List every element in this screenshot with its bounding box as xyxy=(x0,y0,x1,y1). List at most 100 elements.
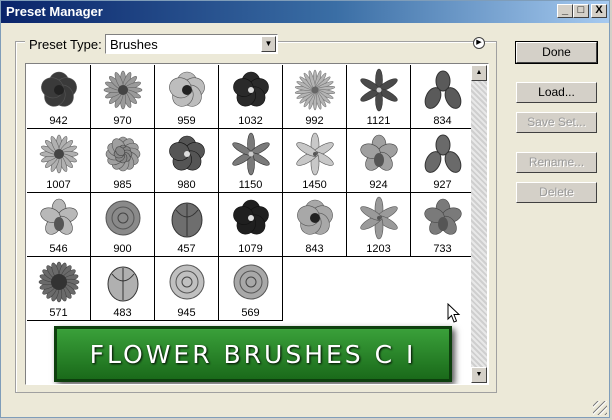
preset-manager-window: Preset Manager _ □ X Preset Type: Brushe… xyxy=(0,0,610,418)
brush-size-label: 843 xyxy=(305,243,324,255)
banner-text: FLOWER BRUSHES C I xyxy=(89,340,417,369)
brush-size-label: 924 xyxy=(369,179,388,191)
brush-preset-cell[interactable]: 959 xyxy=(155,65,219,129)
flower-brush-thumbnail xyxy=(233,264,269,300)
brush-size-label: 1203 xyxy=(366,243,391,255)
flower-brush-thumbnail xyxy=(233,71,269,107)
flower-brush-thumbnail xyxy=(38,261,80,303)
brush-size-label: 733 xyxy=(433,243,452,255)
brush-preset-list[interactable]: 942 970 959 1032 992 1121 834 1007 985 980 1150 145… xyxy=(25,63,489,385)
brush-size-label: 942 xyxy=(49,115,68,127)
scroll-up-icon[interactable]: ▲ xyxy=(471,65,487,81)
brush-preset-cell[interactable]: 834 xyxy=(411,65,475,129)
flower-brush-thumbnail xyxy=(424,134,462,173)
flower-brush-thumbnail xyxy=(360,134,398,171)
brush-size-label: 985 xyxy=(113,179,132,191)
brush-preset-cell[interactable]: 1032 xyxy=(219,65,283,129)
maximize-icon: □ xyxy=(577,4,585,16)
minimize-button[interactable]: _ xyxy=(557,4,573,18)
title-bar[interactable]: Preset Manager _ □ X xyxy=(1,1,609,23)
brush-size-label: 1007 xyxy=(46,179,71,191)
maximize-button[interactable]: □ xyxy=(573,4,589,18)
brush-size-label: 959 xyxy=(177,115,196,127)
brush-preset-cell[interactable]: 457 xyxy=(155,193,219,257)
brush-preset-cell[interactable]: 970 xyxy=(91,65,155,129)
flower-brush-thumbnail xyxy=(424,70,462,109)
delete-button[interactable]: Delete xyxy=(516,182,597,203)
panel-menu-arrow-icon[interactable]: ▶ xyxy=(473,37,485,49)
brush-preset-cell[interactable]: 1121 xyxy=(347,65,411,129)
flower-brush-thumbnail xyxy=(169,135,205,171)
brush-preset-cell[interactable]: 1203 xyxy=(347,193,411,257)
brush-size-label: 571 xyxy=(49,307,68,319)
minimize-icon: _ xyxy=(561,4,569,16)
brush-size-label: 945 xyxy=(177,307,196,319)
vertical-scrollbar[interactable]: ▲ ▼ xyxy=(471,65,487,383)
brush-preset-cell[interactable]: 945 xyxy=(155,257,219,321)
dropdown-arrow-icon[interactable]: ▼ xyxy=(261,36,276,52)
flower-brush-thumbnail xyxy=(105,136,141,172)
save-set-button[interactable]: Save Set... xyxy=(516,112,597,133)
flower-brush-thumbnail xyxy=(297,199,333,235)
resize-grip-icon[interactable] xyxy=(593,401,607,415)
brush-preset-cell[interactable]: 927 xyxy=(411,129,475,193)
brush-size-label: 980 xyxy=(177,179,196,191)
brush-size-label: 1450 xyxy=(302,179,327,191)
brush-size-label: 569 xyxy=(241,307,260,319)
flower-brush-thumbnail xyxy=(360,196,398,240)
done-button[interactable]: Done xyxy=(515,41,598,64)
brush-preset-cell[interactable]: 980 xyxy=(155,129,219,193)
brush-size-label: 1032 xyxy=(238,115,263,127)
brush-preset-cell[interactable]: 1450 xyxy=(283,129,347,193)
brush-size-label: 1150 xyxy=(238,179,263,191)
flower-brush-thumbnail xyxy=(232,132,270,176)
flower-brush-thumbnail xyxy=(40,198,78,235)
flower-brush-thumbnail xyxy=(103,70,143,110)
brush-preset-cell[interactable]: 569 xyxy=(219,257,283,321)
close-button[interactable]: X xyxy=(591,4,607,18)
brush-preset-cell[interactable]: 546 xyxy=(27,193,91,257)
flower-brush-thumbnail xyxy=(41,71,77,107)
brush-size-label: 970 xyxy=(113,115,132,127)
flower-brush-thumbnail xyxy=(169,71,205,107)
brush-size-label: 927 xyxy=(433,179,452,191)
flower-brushes-banner: FLOWER BRUSHES C I xyxy=(54,326,452,382)
flower-brush-thumbnail xyxy=(105,200,141,236)
brush-size-label: 1121 xyxy=(366,115,391,127)
brush-size-label: 834 xyxy=(433,115,452,127)
scroll-down-icon[interactable]: ▼ xyxy=(471,367,487,383)
flower-brush-thumbnail xyxy=(39,134,79,174)
brush-preset-cell[interactable]: 985 xyxy=(91,129,155,193)
brush-preset-cell[interactable]: 1007 xyxy=(27,129,91,193)
brush-preset-cell[interactable]: 900 xyxy=(91,193,155,257)
flower-brush-thumbnail xyxy=(360,68,398,112)
flower-brush-thumbnail xyxy=(107,266,139,302)
preset-type-value: Brushes xyxy=(110,37,158,52)
flower-brush-thumbnail xyxy=(233,199,269,235)
load-button[interactable]: Load... xyxy=(516,82,597,103)
brush-size-label: 457 xyxy=(177,243,196,255)
brush-preset-cell[interactable]: 1150 xyxy=(219,129,283,193)
brush-preset-cell[interactable]: 992 xyxy=(283,65,347,129)
brush-size-label: 546 xyxy=(49,243,68,255)
brush-size-label: 483 xyxy=(113,307,132,319)
preset-type-label: Preset Type: xyxy=(25,37,106,52)
brush-preset-cell[interactable]: 1079 xyxy=(219,193,283,257)
brush-preset-cell[interactable]: 733 xyxy=(411,193,475,257)
brush-size-label: 992 xyxy=(305,115,324,127)
brush-size-label: 900 xyxy=(113,243,132,255)
brush-size-label: 1079 xyxy=(238,243,263,255)
brush-preset-cell[interactable]: 843 xyxy=(283,193,347,257)
mouse-cursor-icon xyxy=(447,303,461,323)
preset-type-select[interactable]: Brushes ▼ xyxy=(105,34,278,54)
flower-brush-thumbnail xyxy=(296,132,334,176)
flower-brush-thumbnail xyxy=(169,264,205,300)
brush-preset-cell[interactable]: 483 xyxy=(91,257,155,321)
brush-preset-cell[interactable]: 942 xyxy=(27,65,91,129)
flower-brush-thumbnail xyxy=(171,202,203,238)
flower-brush-thumbnail xyxy=(424,198,462,235)
brush-preset-cell[interactable]: 571 xyxy=(27,257,91,321)
flower-brush-thumbnail xyxy=(294,69,336,111)
brush-preset-cell[interactable]: 924 xyxy=(347,129,411,193)
rename-button[interactable]: Rename... xyxy=(516,152,597,173)
